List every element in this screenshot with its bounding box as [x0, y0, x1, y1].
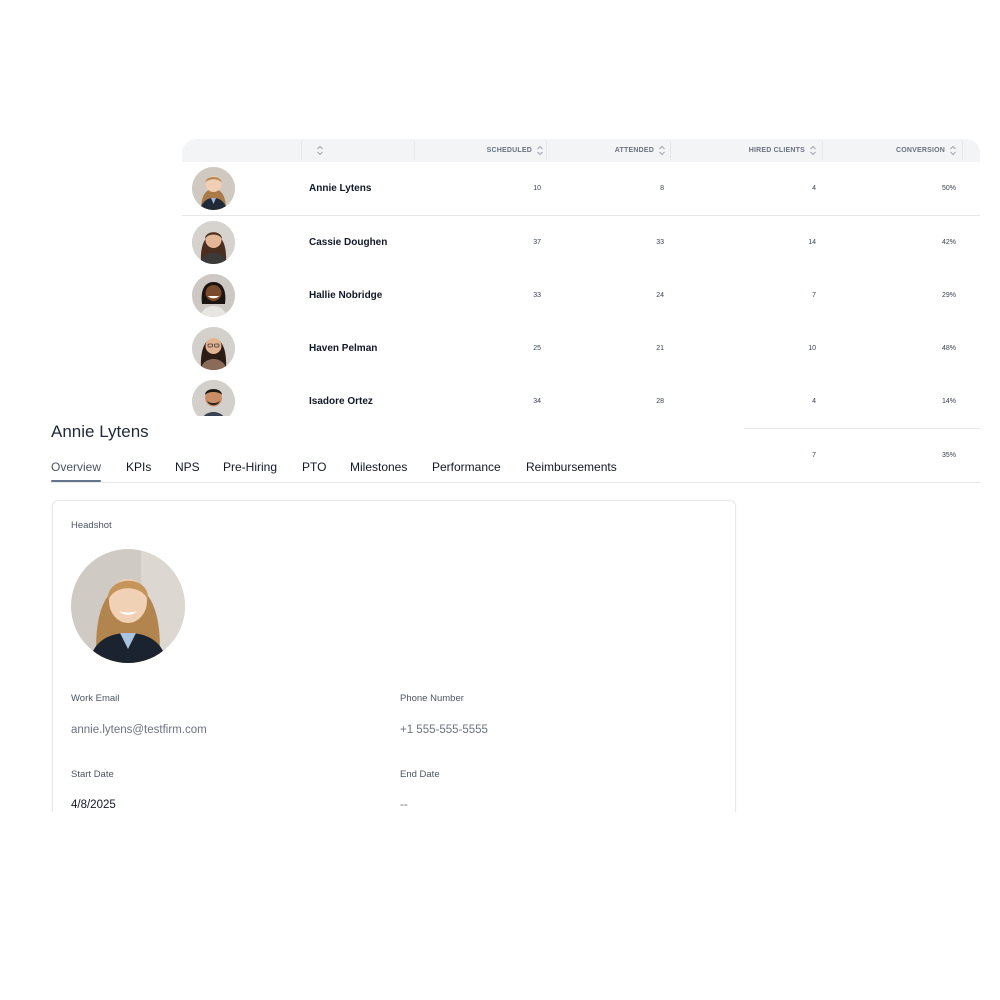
tab-reimbursements[interactable]: Reimbursements [526, 460, 617, 474]
table-row[interactable]: Haven Pelman 25 21 10 48% [182, 322, 980, 376]
column-header-attended[interactable]: ATTENDED [546, 139, 666, 162]
tab-performance[interactable]: Performance [432, 460, 501, 474]
end-date-value: -- [400, 799, 408, 811]
header-divider [301, 141, 302, 160]
employee-name[interactable]: Hallie Nobridge [309, 269, 382, 322]
sort-icon[interactable] [536, 145, 544, 156]
headshot-label: Headshot [71, 520, 112, 531]
phone-number-label: Phone Number [400, 693, 464, 704]
column-header-scheduled[interactable]: SCHEDULED [414, 139, 544, 162]
end-date-label: End Date [400, 769, 440, 780]
hired-clients-value: 7 [812, 292, 816, 299]
work-email-label: Work Email [71, 693, 120, 704]
conversion-value: 50% [941, 185, 956, 192]
tab-milestones[interactable]: Milestones [350, 460, 407, 474]
tab-nps[interactable]: NPS [175, 460, 200, 474]
avatar [192, 274, 235, 317]
sort-icon[interactable] [949, 145, 957, 156]
overview-details-card: Headshot Work Email annie.lytens@testfir… [52, 500, 736, 812]
hired-clients-value: 10 [808, 345, 816, 352]
avatar [192, 167, 235, 210]
column-header-label: ATTENDED [614, 147, 654, 154]
conversion-value: 29% [941, 292, 956, 299]
profile-tabs: Overview KPIs NPS Pre-Hiring PTO Milesto… [51, 456, 744, 483]
hired-clients-value: 4 [812, 185, 816, 192]
headshot-image [71, 549, 185, 663]
avatar [192, 221, 235, 264]
table-row[interactable]: Cassie Doughen 37 33 14 42% [182, 216, 980, 270]
table-row[interactable]: Hallie Nobridge 33 24 7 29% [182, 269, 980, 323]
page-title: Annie Lytens [51, 422, 149, 441]
header-divider [962, 141, 963, 160]
employee-name[interactable]: Annie Lytens [309, 162, 371, 215]
column-header-label: CONVERSION [895, 147, 945, 154]
conversion-value: 42% [941, 239, 956, 246]
active-tab-indicator [51, 480, 101, 482]
sort-icon[interactable] [316, 145, 324, 156]
tab-pto[interactable]: PTO [302, 460, 326, 474]
tab-overview[interactable]: Overview [51, 460, 101, 474]
attended-value: 21 [656, 345, 664, 352]
attended-value: 24 [656, 292, 664, 299]
start-date-value: 4/8/2025 [71, 799, 116, 811]
column-header-hired-clients[interactable]: HIRED CLIENTS [670, 139, 817, 162]
conversion-value: 35% [941, 452, 956, 459]
tab-kpis[interactable]: KPIs [126, 460, 151, 474]
attended-value: 33 [656, 239, 664, 246]
hired-clients-value: 14 [808, 239, 816, 246]
avatar [192, 327, 235, 370]
table-row[interactable]: Annie Lytens 10 8 4 50% [182, 162, 980, 216]
employee-name[interactable]: Cassie Doughen [309, 216, 387, 269]
conversion-value: 48% [941, 345, 956, 352]
attended-value: 8 [660, 185, 664, 192]
phone-number-value[interactable]: +1 555-555-5555 [400, 724, 488, 736]
scheduled-value: 25 [533, 345, 541, 352]
column-header-conversion[interactable]: CONVERSION [822, 139, 957, 162]
column-header-label: HIRED CLIENTS [748, 147, 805, 154]
sort-icon[interactable] [809, 145, 817, 156]
scheduled-value: 37 [533, 239, 541, 246]
table-header: SCHEDULED ATTENDED HIRED CLIENTS CONVERS… [182, 139, 980, 162]
tab-pre-hiring[interactable]: Pre-Hiring [223, 460, 277, 474]
scheduled-value: 33 [533, 292, 541, 299]
scheduled-value: 10 [533, 185, 541, 192]
column-header-label: SCHEDULED [486, 147, 532, 154]
column-header-name[interactable] [302, 139, 414, 162]
employee-name[interactable]: Haven Pelman [309, 322, 377, 375]
conversion-value: 14% [941, 398, 956, 405]
start-date-label: Start Date [71, 769, 114, 780]
work-email-value[interactable]: annie.lytens@testfirm.com [71, 724, 207, 736]
employee-profile-panel: Annie Lytens Overview KPIs NPS Pre-Hirin… [37, 416, 744, 812]
sort-icon[interactable] [658, 145, 666, 156]
